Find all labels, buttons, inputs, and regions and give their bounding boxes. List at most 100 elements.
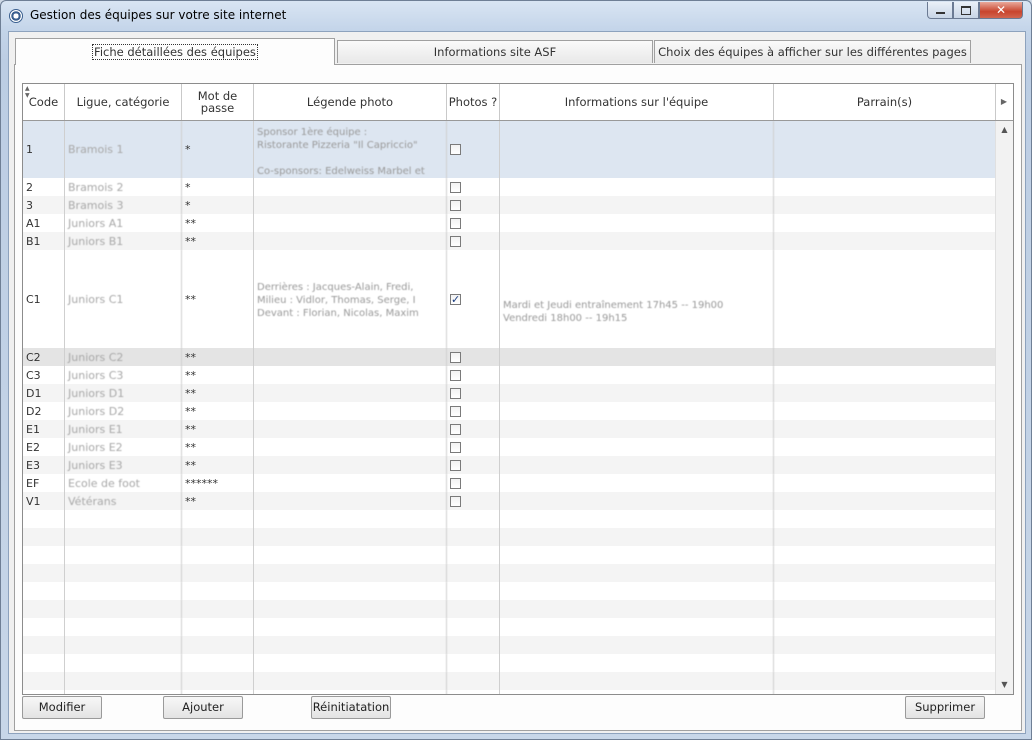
tab-informations-site-asf[interactable]: Informations site ASF: [337, 40, 653, 63]
table-row[interactable]: C1 Juniors C1 ** Derrières : Jacques-Alain…: [23, 250, 996, 348]
cell-ligue[interactable]: Juniors C2: [65, 348, 182, 366]
cell-legende[interactable]: [254, 214, 447, 232]
cell-ligue[interactable]: Bramois 1: [65, 121, 182, 178]
modifier-button[interactable]: Modifier: [22, 696, 102, 719]
cell-info[interactable]: [500, 402, 774, 420]
cell-parrain[interactable]: [774, 250, 996, 348]
cell-mdp[interactable]: **: [182, 232, 254, 250]
cell-ligue[interactable]: Juniors A1: [65, 214, 182, 232]
cell-legende[interactable]: [254, 492, 447, 510]
cell-code[interactable]: A1: [23, 214, 65, 232]
cell-legende[interactable]: [254, 474, 447, 492]
title-bar[interactable]: Gestion des équipes sur votre site inter…: [1, 1, 1031, 31]
cell-code[interactable]: E3: [23, 456, 65, 474]
cell-code[interactable]: EF: [23, 474, 65, 492]
cell-info[interactable]: [500, 366, 774, 384]
cell-parrain[interactable]: [774, 121, 996, 178]
table-row[interactable]: 3 Bramois 3 *: [23, 196, 996, 214]
column-header-informations[interactable]: Informations sur l'équipe: [500, 84, 774, 120]
cell-mdp[interactable]: **: [182, 250, 254, 348]
cell-ligue[interactable]: Bramois 2: [65, 178, 182, 196]
minimize-button[interactable]: [927, 2, 953, 19]
cell-ligue[interactable]: Juniors E1: [65, 420, 182, 438]
table-row[interactable]: D1 Juniors D1 **: [23, 384, 996, 402]
supprimer-button[interactable]: Supprimer: [905, 696, 985, 719]
cell-legende[interactable]: [254, 456, 447, 474]
table-row[interactable]: C3 Juniors C3 **: [23, 366, 996, 384]
cell-parrain[interactable]: [774, 438, 996, 456]
cell-mdp[interactable]: **: [182, 402, 254, 420]
cell-legende[interactable]: [254, 196, 447, 214]
cell-ligue[interactable]: Ecole de foot: [65, 474, 182, 492]
cell-info[interactable]: [500, 420, 774, 438]
column-header-parrains[interactable]: Parrain(s): [774, 84, 996, 120]
column-header-photos[interactable]: Photos ?: [447, 84, 500, 120]
table-row[interactable]: 1 Bramois 1 * Sponsor 1ère équipe : Ristora…: [23, 121, 996, 178]
cell-legende[interactable]: [254, 402, 447, 420]
cell-legende[interactable]: [254, 420, 447, 438]
cell-code[interactable]: D2: [23, 402, 65, 420]
table-row[interactable]: E2 Juniors E2 **: [23, 438, 996, 456]
cell-info[interactable]: [500, 492, 774, 510]
cell-info[interactable]: [500, 232, 774, 250]
cell-mdp[interactable]: **: [182, 214, 254, 232]
cell-legende[interactable]: Derrières : Jacques-Alain, Fredi, Milieu…: [254, 250, 447, 348]
cell-legende[interactable]: [254, 438, 447, 456]
cell-mdp[interactable]: *: [182, 121, 254, 178]
table-row[interactable]: D2 Juniors D2 **: [23, 402, 996, 420]
cell-ligue[interactable]: Juniors B1: [65, 232, 182, 250]
cell-legende[interactable]: [254, 366, 447, 384]
cell-legende[interactable]: [254, 348, 447, 366]
table-row[interactable]: EF Ecole de foot ******: [23, 474, 996, 492]
cell-parrain[interactable]: [774, 366, 996, 384]
cell-legende[interactable]: [254, 232, 447, 250]
cell-ligue[interactable]: Juniors E2: [65, 438, 182, 456]
maximize-button[interactable]: [953, 2, 979, 19]
table-row[interactable]: C2 Juniors C2 **: [23, 348, 996, 366]
cell-parrain[interactable]: [774, 214, 996, 232]
cell-parrain[interactable]: [774, 178, 996, 196]
cell-info[interactable]: [500, 456, 774, 474]
cell-mdp[interactable]: *: [182, 196, 254, 214]
vertical-scrollbar[interactable]: ▲ ▼: [995, 121, 1013, 694]
cell-parrain[interactable]: [774, 402, 996, 420]
cell-info[interactable]: [500, 384, 774, 402]
cell-code[interactable]: 2: [23, 178, 65, 196]
cell-mdp[interactable]: **: [182, 366, 254, 384]
cell-code[interactable]: V1: [23, 492, 65, 510]
table-row[interactable]: V1 Vétérans **: [23, 492, 996, 510]
column-header-ligue[interactable]: Ligue, catégorie: [65, 84, 182, 120]
ajouter-button[interactable]: Ajouter: [163, 696, 243, 719]
close-button[interactable]: ✕: [979, 2, 1023, 19]
photos-checkbox[interactable]: [450, 387, 461, 399]
scroll-right-icon[interactable]: ▶: [996, 84, 1012, 120]
cell-code[interactable]: C3: [23, 366, 65, 384]
cell-info[interactable]: [500, 474, 774, 492]
photos-checkbox[interactable]: [450, 235, 461, 247]
photos-checkbox[interactable]: [450, 441, 461, 453]
cell-ligue[interactable]: Juniors E3: [65, 456, 182, 474]
tab-choix-equipes[interactable]: Choix des équipes à afficher sur les dif…: [654, 40, 971, 63]
photos-checkbox[interactable]: [450, 405, 461, 417]
cell-info[interactable]: [500, 214, 774, 232]
cell-code[interactable]: C1: [23, 250, 65, 348]
table-row[interactable]: B1 Juniors B1 **: [23, 232, 996, 250]
cell-info[interactable]: [500, 196, 774, 214]
cell-legende[interactable]: Sponsor 1ère équipe : Ristorante Pizzeri…: [254, 121, 447, 178]
photos-checkbox[interactable]: [450, 199, 461, 211]
photos-checkbox[interactable]: [450, 144, 461, 155]
photos-checkbox[interactable]: [450, 423, 461, 435]
table-row[interactable]: E1 Juniors E1 **: [23, 420, 996, 438]
cell-ligue[interactable]: Juniors D1: [65, 384, 182, 402]
cell-info[interactable]: [500, 178, 774, 196]
cell-code[interactable]: C2: [23, 348, 65, 366]
cell-ligue[interactable]: Juniors C3: [65, 366, 182, 384]
cell-legende[interactable]: [254, 384, 447, 402]
reinitialisation-button[interactable]: Réinitiatation: [311, 696, 391, 719]
cell-ligue[interactable]: Juniors C1: [65, 250, 182, 348]
cell-ligue[interactable]: Bramois 3: [65, 196, 182, 214]
cell-mdp[interactable]: **: [182, 348, 254, 366]
cell-mdp[interactable]: **: [182, 384, 254, 402]
table-row[interactable]: 2 Bramois 2 *: [23, 178, 996, 196]
cell-info[interactable]: [500, 438, 774, 456]
